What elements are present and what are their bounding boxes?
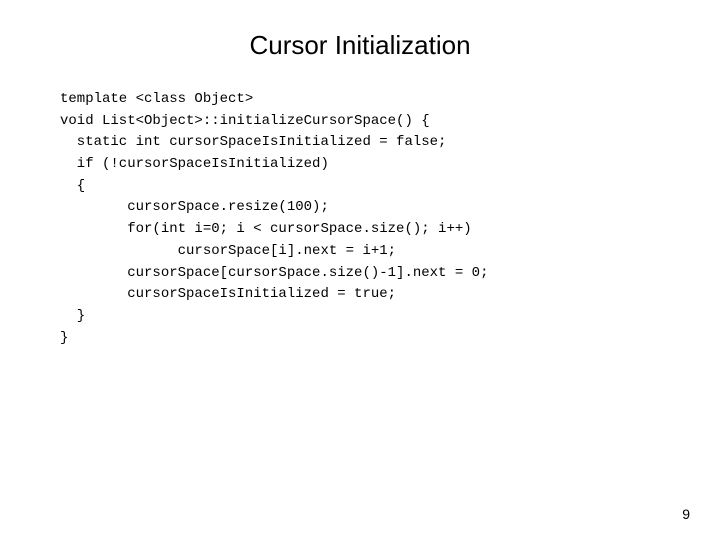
- page-number: 9: [682, 506, 690, 522]
- slide-title: Cursor Initialization: [50, 30, 670, 61]
- code-block: template <class Object> void List<Object…: [60, 89, 670, 349]
- slide-container: Cursor Initialization template <class Ob…: [0, 0, 720, 540]
